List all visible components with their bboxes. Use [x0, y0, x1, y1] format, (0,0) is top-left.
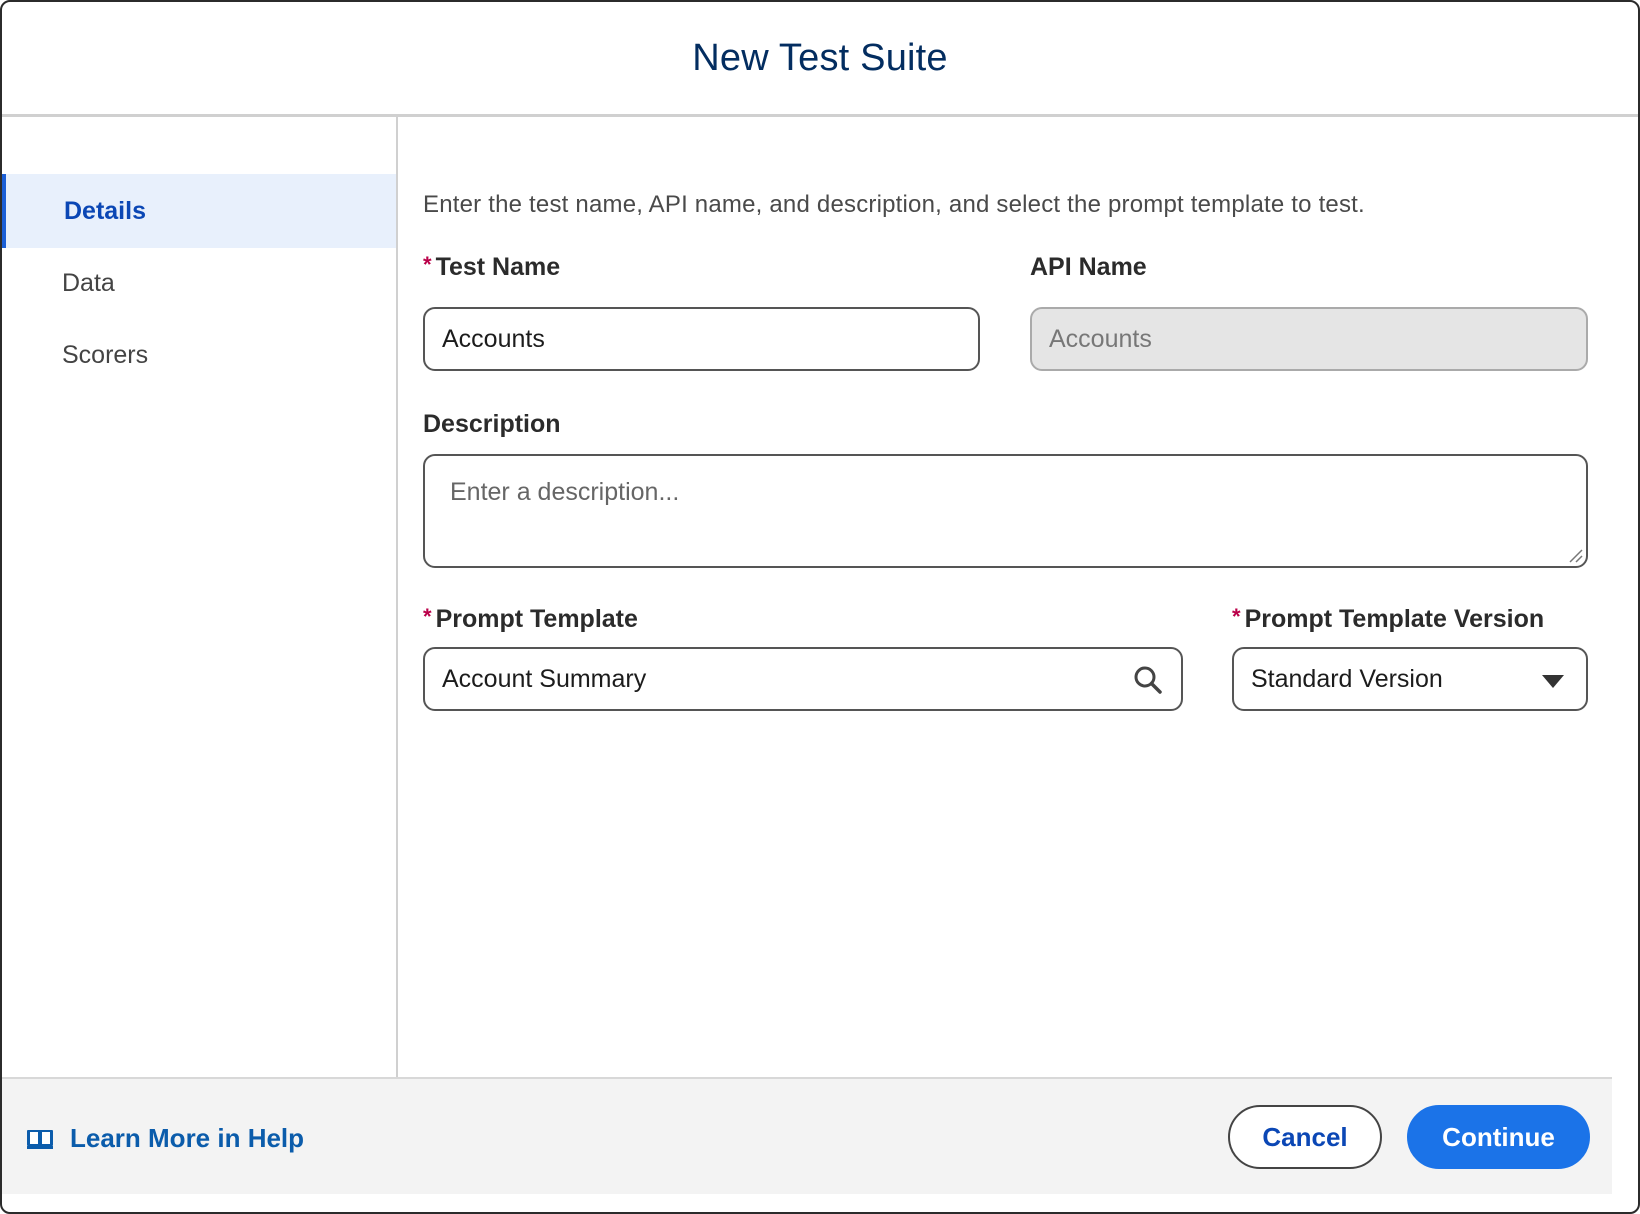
- description-placeholder: Enter a description...: [450, 478, 680, 506]
- api-name-label: API Name: [1030, 253, 1147, 281]
- test-name-value: Accounts: [442, 324, 545, 353]
- chevron-down-icon: [1542, 675, 1564, 688]
- test-name-label: * Test Name: [423, 252, 561, 281]
- test-name-input[interactable]: Accounts: [423, 307, 980, 371]
- sidebar-nav: Details Data Scorers: [2, 117, 398, 1077]
- api-name-value: Accounts: [1049, 324, 1152, 353]
- sidebar-item-data[interactable]: Data: [2, 246, 396, 320]
- required-marker: *: [1232, 604, 1241, 629]
- prompt-template-label: * Prompt Template: [423, 604, 638, 633]
- sidebar-item-scorers[interactable]: Scorers: [2, 318, 396, 392]
- modal-title: New Test Suite: [692, 36, 948, 79]
- prompt-template-version-label: * Prompt Template Version: [1232, 604, 1545, 633]
- prompt-template-version-select[interactable]: Standard Version: [1232, 647, 1588, 711]
- sidebar-item-label: Details: [64, 196, 146, 225]
- sidebar-item-label: Scorers: [62, 340, 149, 369]
- help-link-label: Learn More in Help: [70, 1123, 305, 1153]
- book-icon: [27, 1129, 53, 1149]
- required-marker: *: [423, 604, 432, 629]
- sidebar-item-details[interactable]: Details: [2, 174, 396, 248]
- sidebar-item-label: Data: [62, 268, 115, 297]
- description-label: Description: [423, 410, 561, 438]
- learn-more-help-link[interactable]: Learn More in Help: [26, 1123, 304, 1154]
- modal-footer: Learn More in Help Cancel Continue: [2, 1077, 1612, 1194]
- new-test-suite-modal: New Test Suite Details Data Scorers Ente…: [0, 0, 1640, 1214]
- prompt-template-value: Account Summary: [442, 664, 647, 693]
- resize-handle-icon[interactable]: [1567, 547, 1583, 563]
- modal-header: New Test Suite: [2, 2, 1638, 117]
- details-form: Enter the test name, API name, and descr…: [398, 117, 1638, 1077]
- prompt-template-lookup[interactable]: Account Summary: [423, 647, 1183, 711]
- search-icon[interactable]: [1133, 665, 1163, 695]
- required-marker: *: [423, 252, 432, 277]
- prompt-template-version-value: Standard Version: [1251, 664, 1443, 693]
- continue-button[interactable]: Continue: [1407, 1105, 1590, 1169]
- cancel-button[interactable]: Cancel: [1228, 1105, 1382, 1169]
- description-textarea[interactable]: Enter a description...: [423, 454, 1588, 568]
- api-name-input: Accounts: [1030, 307, 1588, 371]
- form-instructions: Enter the test name, API name, and descr…: [423, 191, 1365, 218]
